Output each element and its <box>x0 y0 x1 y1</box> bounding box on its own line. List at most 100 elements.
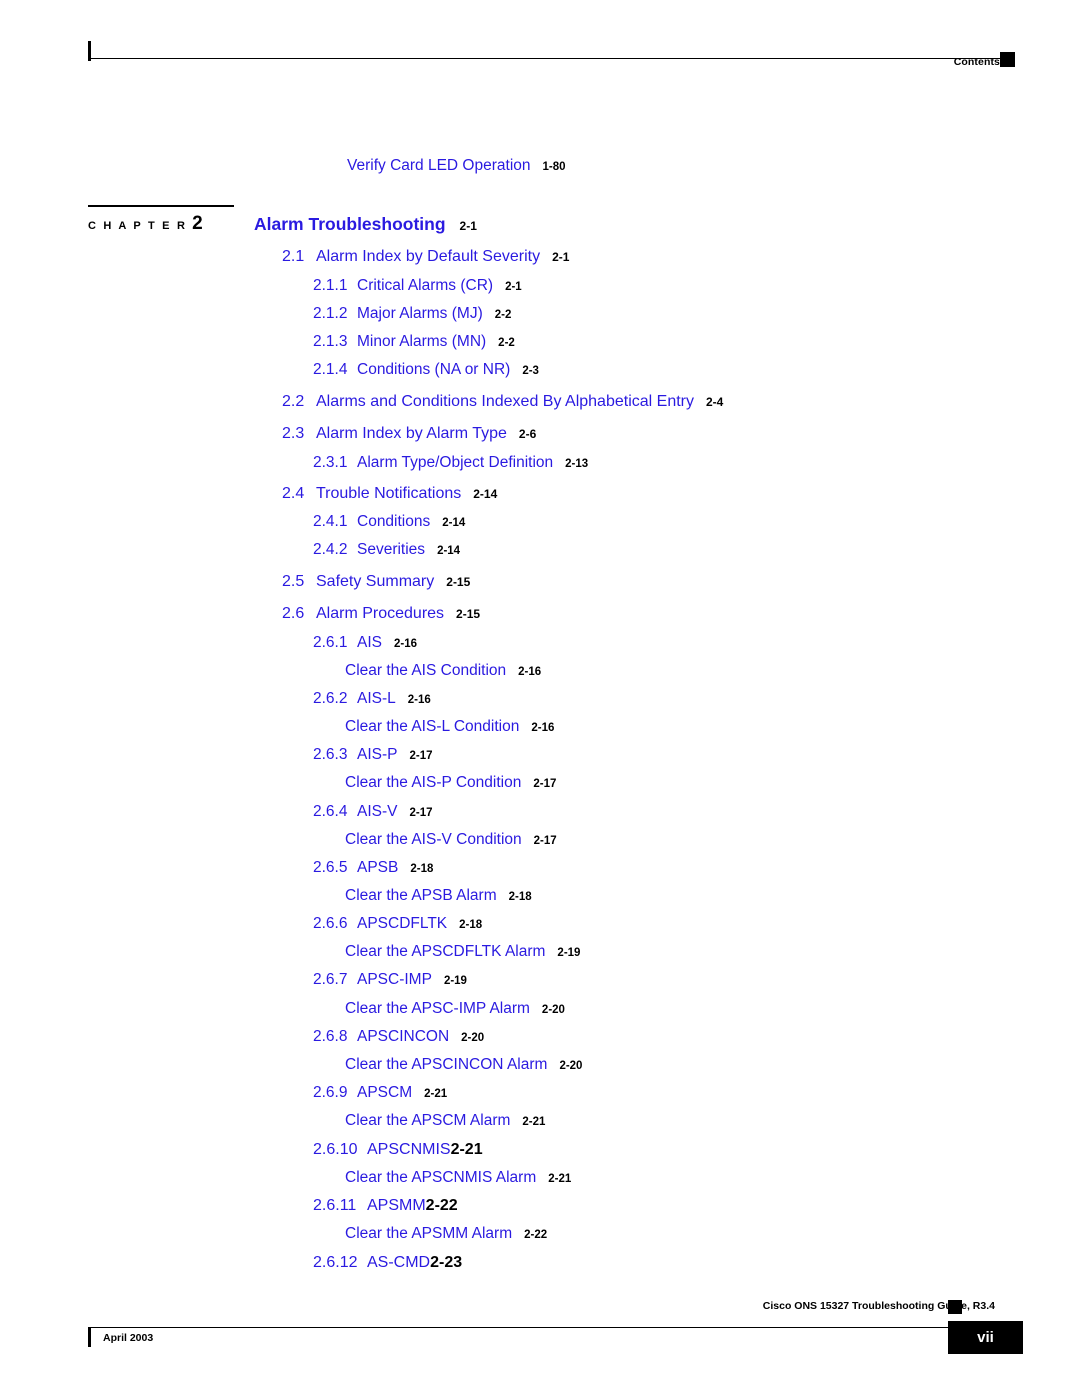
toc-entry[interactable]: 2.6.9 APSCM 2-21 <box>313 1085 447 1101</box>
toc-entry-page-number: 2-20 <box>559 1060 583 1072</box>
toc-entry[interactable]: Verify Card LED Operation 1-80 <box>347 158 566 174</box>
toc-entry-page-number: 2-19 <box>443 975 467 987</box>
toc-entry[interactable]: Clear the AIS-L Condition 2-16 <box>345 719 554 735</box>
toc-entry[interactable]: Clear the APSB Alarm 2-18 <box>345 888 532 904</box>
chapter-line: C H A P T E R 2 <box>88 214 238 233</box>
toc-entry[interactable]: 2.1.4 Conditions (NA or NR) 2-3 <box>313 362 539 378</box>
toc-entry-number: 2.6.7 <box>313 971 348 988</box>
toc-entry[interactable]: Clear the AIS Condition 2-16 <box>345 663 541 679</box>
toc-entry-title: Safety Summary <box>316 573 435 590</box>
toc-entry-page-number: 2-21 <box>548 1173 572 1185</box>
toc-entry[interactable]: Clear the APSCDFLTK Alarm 2-19 <box>345 944 580 960</box>
toc-entry[interactable]: 2.6.1 AIS 2-16 <box>313 635 417 651</box>
toc-entry-title: AIS <box>357 634 382 651</box>
toc-entry-title: APSCINCON <box>357 1028 450 1045</box>
toc-entry[interactable]: 2.1.3 Minor Alarms (MN) 2-2 <box>313 334 515 350</box>
toc-entry-title: Severities <box>357 541 426 558</box>
toc-entry[interactable]: Clear the APSC-IMP Alarm 2-20 <box>345 1001 565 1017</box>
toc-entry-page-number: 2-14 <box>437 545 461 557</box>
toc-entry[interactable]: 2.6.12 AS-CMD2-23 <box>313 1255 462 1271</box>
toc-entry-number: 2.2 <box>282 393 305 410</box>
toc-entry-number: 2.3.1 <box>313 454 348 471</box>
toc-entry-title: Clear the APSC-IMP Alarm <box>345 1000 530 1017</box>
toc-entry[interactable]: 2.6.4 AIS-V 2-17 <box>313 804 433 820</box>
page-header: Contents <box>0 0 1080 90</box>
toc-entry[interactable]: 2.6.8 APSCINCON 2-20 <box>313 1029 484 1045</box>
toc-entry-number: 2.6.9 <box>313 1084 348 1101</box>
toc-entry-title: Alarm Index by Alarm Type <box>316 425 507 442</box>
toc-entry-page-number: 2-2 <box>494 309 512 321</box>
toc-entry-number: 2.6.2 <box>313 690 348 707</box>
toc-entry-number: 2.1.2 <box>313 305 348 322</box>
toc-entry-page-number: 2-1 <box>552 250 570 264</box>
toc-entry-number: 2.6.8 <box>313 1028 348 1045</box>
toc-entry[interactable]: 2.6.7 APSC-IMP 2-19 <box>313 972 467 988</box>
toc-entry-title: APSCM <box>357 1084 413 1101</box>
footer-square-marker-icon <box>948 1300 962 1314</box>
toc-entry-number: 2.6.5 <box>313 859 348 876</box>
toc-entry-page-number: 2-15 <box>446 575 471 589</box>
toc-entry[interactable]: 2.1.2 Major Alarms (MJ) 2-2 <box>313 306 511 322</box>
document-page: Contents C H A P T E R 2 Verify Card LED … <box>0 0 1080 1397</box>
toc-entry-page-number: 2-17 <box>533 835 557 847</box>
header-rule <box>88 58 1000 59</box>
toc-entry-title: Clear the AIS-L Condition <box>345 718 520 735</box>
toc-entry-number: 2.3 <box>282 425 305 442</box>
toc-entry[interactable]: 2.6.2 AIS-L 2-16 <box>313 691 431 707</box>
toc-entry[interactable]: 2.1 Alarm Index by Default Severity 2-1 <box>282 249 569 265</box>
toc-entry-number: 2.1.4 <box>313 361 348 378</box>
toc-entry[interactable]: 2.3.1 Alarm Type/Object Definition 2-13 <box>313 455 588 471</box>
toc-entry[interactable]: Clear the APSCINCON Alarm 2-20 <box>345 1057 582 1073</box>
toc-entry[interactable]: Clear the APSCM Alarm 2-21 <box>345 1113 545 1129</box>
toc-entry[interactable]: 2.6.10 APSCNMIS2-21 <box>313 1142 483 1158</box>
toc-entry-page-number: 2-16 <box>531 722 555 734</box>
toc-entry[interactable]: Clear the AIS-V Condition 2-17 <box>345 832 557 848</box>
toc-entry[interactable]: 2.5 Safety Summary 2-15 <box>282 574 470 590</box>
toc-entry[interactable]: 2.2 Alarms and Conditions Indexed By Alph… <box>282 394 723 410</box>
toc-entry[interactable]: 2.3 Alarm Index by Alarm Type 2-6 <box>282 426 536 442</box>
toc-entry-title: AIS-V <box>357 803 398 820</box>
toc-entry[interactable]: Clear the APSCNMIS Alarm 2-21 <box>345 1170 571 1186</box>
toc-entry[interactable]: 2.4.1 Conditions 2-14 <box>313 514 465 530</box>
toc-entry[interactable]: 2.4 Trouble Notifications 2-14 <box>282 486 497 502</box>
toc-entry-title: Clear the APSCINCON Alarm <box>345 1056 548 1073</box>
toc-entry-number: 2.5 <box>282 573 305 590</box>
toc-entry[interactable]: 2.6 Alarm Procedures 2-15 <box>282 606 480 622</box>
header-square-marker-icon <box>1000 52 1015 67</box>
toc-entry-title: Alarm Type/Object Definition <box>357 454 554 471</box>
toc-entry[interactable]: Alarm Troubleshooting 2-1 <box>254 215 477 234</box>
toc-entry-title: APSCNMIS <box>367 1141 451 1158</box>
toc-entry-page-number: 2-14 <box>442 517 466 529</box>
footer-page-number: vii <box>977 1329 994 1346</box>
toc-entry-page-number: 2-16 <box>518 666 542 678</box>
toc-entry[interactable]: Clear the AIS-P Condition 2-17 <box>345 775 556 791</box>
toc-entry-page-number: 2-17 <box>409 807 433 819</box>
toc-entry[interactable]: 2.1.1 Critical Alarms (CR) 2-1 <box>313 278 522 294</box>
toc-entry[interactable]: 2.6.3 AIS-P 2-17 <box>313 747 433 763</box>
toc-entry[interactable]: Clear the APSMM Alarm 2-22 <box>345 1226 547 1242</box>
toc-entry-page-number: 2-22 <box>524 1229 548 1241</box>
toc-entry-title: Conditions <box>357 513 431 530</box>
toc-entry-page-number: 2-18 <box>459 919 483 931</box>
toc-entry-title: Clear the APSCNMIS Alarm <box>345 1169 537 1186</box>
toc-entry-page-number: 2-13 <box>565 458 589 470</box>
toc-entry-page-number: 2-19 <box>557 947 581 959</box>
toc-entry-title: Verify Card LED Operation <box>347 157 531 174</box>
toc-entry-title: Alarm Procedures <box>316 605 445 622</box>
toc-entry[interactable]: 2.6.11 APSMM2-22 <box>313 1198 458 1214</box>
toc-entry-page-number: 2-21 <box>450 1141 483 1158</box>
toc-entry-page-number: 2-1 <box>505 281 522 293</box>
toc-entry-page-number: 2-22 <box>425 1197 458 1214</box>
toc-entry-page-number: 2-21 <box>522 1116 546 1128</box>
toc-entry-title: Trouble Notifications <box>316 485 462 502</box>
chapter-word: C H A P T E R <box>88 219 188 232</box>
toc-entry-page-number: 2-4 <box>706 395 724 409</box>
toc-entry-page-number: 2-2 <box>498 337 515 349</box>
chapter-number: 2 <box>192 212 203 234</box>
toc-entry-page-number: 1-80 <box>542 161 566 173</box>
toc-entry-title: Conditions (NA or NR) <box>357 361 511 378</box>
toc-entry[interactable]: 2.6.5 APSB 2-18 <box>313 860 433 876</box>
toc-entry-title: Clear the APSMM Alarm <box>345 1225 513 1242</box>
toc-entry[interactable]: 2.6.6 APSCDFLTK 2-18 <box>313 916 482 932</box>
toc-entry[interactable]: 2.4.2 Severities 2-14 <box>313 542 460 558</box>
